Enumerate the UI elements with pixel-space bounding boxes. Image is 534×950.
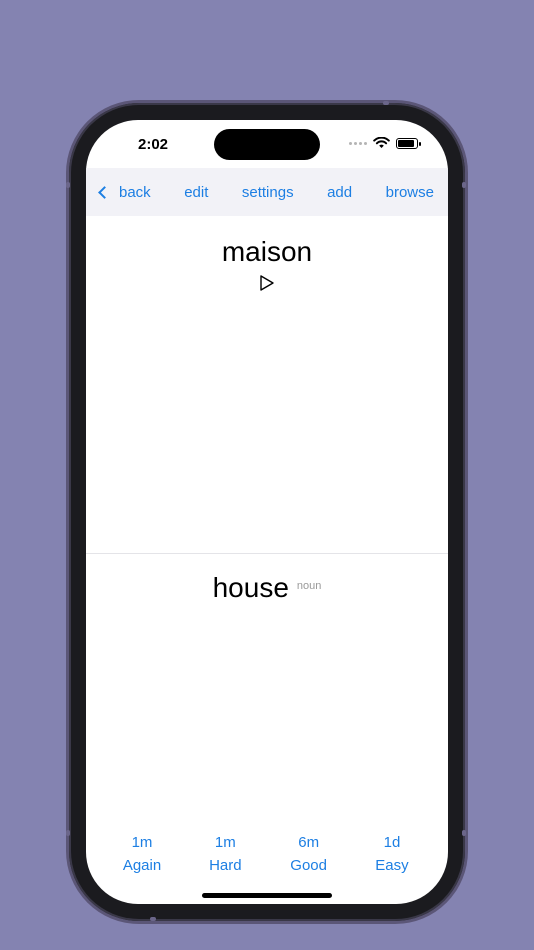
dynamic-island <box>214 129 320 160</box>
answer-buttons: 1m Again 1m Hard 6m Good 1d Easy <box>110 834 424 874</box>
answer-interval: 1d <box>383 834 401 851</box>
card-front: maison <box>86 216 448 553</box>
play-icon[interactable] <box>258 274 276 292</box>
browse-button[interactable]: browse <box>386 184 434 201</box>
signal-dots-icon <box>349 141 367 145</box>
answer-label: Hard <box>209 857 242 874</box>
answer-hard-button[interactable]: 1m Hard <box>193 834 257 874</box>
answer-interval: 1m <box>131 834 153 851</box>
card-front-word: maison <box>221 236 313 267</box>
part-of-speech-label: noun <box>296 580 322 592</box>
answer-easy-button[interactable]: 1d Easy <box>360 834 424 874</box>
card-back: house noun <box>86 554 448 604</box>
side-button <box>66 830 70 836</box>
edit-button[interactable]: edit <box>184 184 208 201</box>
home-indicator[interactable] <box>202 893 332 898</box>
card-back-word: house <box>212 572 289 603</box>
side-button <box>462 830 466 836</box>
side-button <box>66 182 70 188</box>
back-button[interactable]: back <box>98 183 151 201</box>
answer-interval: 6m <box>298 834 320 851</box>
answer-again-button[interactable]: 1m Again <box>110 834 174 874</box>
status-icons <box>349 137 421 149</box>
wifi-icon <box>373 137 390 148</box>
add-button[interactable]: add <box>327 184 352 201</box>
chevron-left-icon <box>98 185 111 199</box>
side-button <box>150 917 156 921</box>
battery-icon <box>396 137 421 149</box>
top-nav-bar: back edit settings add browse <box>86 168 448 216</box>
back-button-label: back <box>119 183 151 201</box>
phone-screen: 2:02 back edit settings add browse maiso… <box>86 120 448 904</box>
side-button <box>462 182 466 188</box>
settings-button[interactable]: settings <box>242 184 294 201</box>
answer-label: Good <box>290 857 327 874</box>
answer-good-button[interactable]: 6m Good <box>277 834 341 874</box>
answer-label: Easy <box>375 857 409 874</box>
answer-interval: 1m <box>214 834 236 851</box>
answer-label: Again <box>122 857 162 874</box>
side-button <box>383 101 389 105</box>
status-time: 2:02 <box>138 136 169 153</box>
